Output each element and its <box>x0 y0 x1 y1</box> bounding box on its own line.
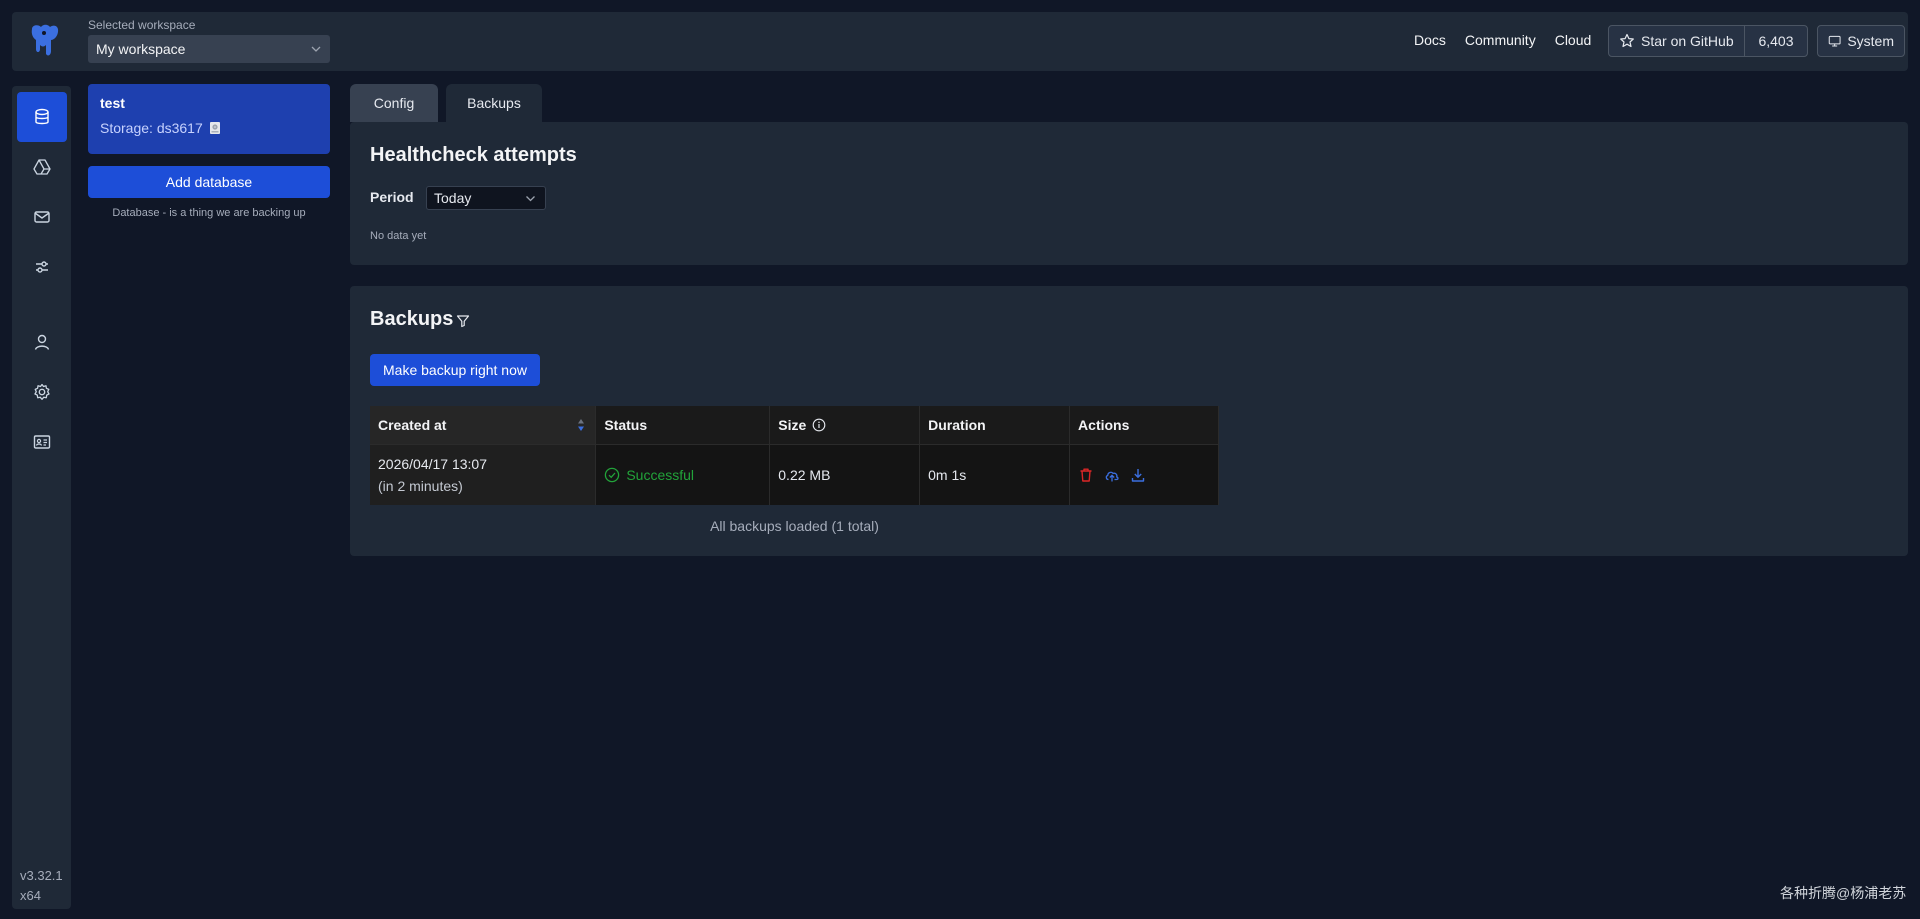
user-icon <box>34 334 50 350</box>
period-value: Today <box>434 190 472 206</box>
download-icon[interactable] <box>1130 467 1146 483</box>
chevron-down-icon <box>526 196 535 202</box>
column-created-at-label: Created at <box>378 416 447 433</box>
nav-profile[interactable] <box>17 417 67 467</box>
docs-link[interactable]: Docs <box>1414 32 1446 48</box>
sliders-icon <box>36 261 48 273</box>
github-star-button[interactable]: Star on GitHub 6,403 <box>1608 25 1808 57</box>
column-actions: Actions <box>1069 406 1219 445</box>
add-database-button[interactable]: Add database <box>88 166 330 198</box>
github-star-label: Star on GitHub <box>1641 33 1734 49</box>
nav-databases[interactable] <box>17 92 67 142</box>
backups-title: Backups <box>370 308 454 330</box>
info-icon[interactable] <box>812 418 826 432</box>
theme-system-button[interactable]: System <box>1817 25 1905 57</box>
delete-icon[interactable] <box>1078 467 1094 483</box>
nav-settings-sliders[interactable] <box>17 242 67 292</box>
column-size: Size <box>769 406 921 445</box>
database-name: test <box>100 95 125 111</box>
healthcheck-empty: No data yet <box>370 230 427 242</box>
community-link[interactable]: Community <box>1465 32 1536 48</box>
theme-label: System <box>1847 33 1894 49</box>
hard-drive-icon <box>209 122 220 134</box>
table-header-row: Created at Status Size Duration Actions <box>370 406 1219 445</box>
status-text: Successful <box>626 466 695 483</box>
tab-backups[interactable]: Backups <box>446 84 542 122</box>
version-info: v3.32.1 x64 <box>20 866 63 906</box>
nav-settings[interactable] <box>17 367 67 417</box>
left-nav-rail: v3.32.1 x64 <box>12 86 71 909</box>
workspace-select[interactable]: My workspace <box>88 35 330 63</box>
column-duration: Duration <box>919 406 1071 445</box>
filter-icon[interactable] <box>456 314 470 328</box>
elephant-logo-icon[interactable] <box>26 23 62 59</box>
database-list-panel: test Storage: ds3617 Add database Databa… <box>80 80 338 911</box>
nav-notifiers[interactable] <box>17 192 67 242</box>
mail-icon <box>34 211 50 223</box>
cell-status: Successful <box>595 444 771 505</box>
sort-icon[interactable] <box>577 418 585 432</box>
version-number: v3.32.1 <box>20 868 63 883</box>
column-size-label: Size <box>778 416 807 433</box>
star-icon <box>1620 33 1634 48</box>
period-label: Period <box>370 189 414 205</box>
workspace-value: My workspace <box>96 41 186 57</box>
row-actions <box>1078 467 1210 483</box>
column-status: Status <box>595 406 771 445</box>
database-hint: Database - is a thing we are backing up <box>112 207 306 219</box>
watermark-text: 各种折腾@杨浦老苏 <box>1780 885 1907 901</box>
created-at-value: 2026/04/17 13:07 <box>378 455 487 472</box>
cell-actions <box>1069 444 1219 505</box>
tab-config[interactable]: Config <box>350 84 438 122</box>
backups-card: Backups Make backup right now Created at… <box>350 286 1908 556</box>
gear-icon <box>34 383 50 400</box>
cloud-link[interactable]: Cloud <box>1555 32 1592 48</box>
cell-duration: 0m 1s <box>919 444 1071 505</box>
backups-table: Created at Status Size Duration Actions … <box>370 406 1219 505</box>
cell-created-at: 2026/04/17 13:07 (in 2 minutes) <box>370 444 597 505</box>
chevron-down-icon <box>311 46 321 52</box>
table-row: 2026/04/17 13:07 (in 2 minutes) Successf… <box>370 444 1219 505</box>
make-backup-button[interactable]: Make backup right now <box>370 354 540 386</box>
database-card[interactable]: test Storage: ds3617 <box>88 84 330 154</box>
nav-users[interactable] <box>17 317 67 367</box>
status-badge: Successful <box>604 467 761 483</box>
column-created-at[interactable]: Created at <box>370 406 597 445</box>
period-select[interactable]: Today <box>426 186 546 210</box>
monitor-icon <box>1828 35 1841 47</box>
check-circle-icon <box>605 467 620 482</box>
cloud-drive-icon <box>33 159 51 175</box>
top-links: Docs Community Cloud <box>1414 32 1591 48</box>
backups-footer: All backups loaded (1 total) <box>710 518 879 534</box>
cell-size: 0.22 MB <box>769 444 921 505</box>
created-at-relative: (in 2 minutes) <box>378 477 463 494</box>
top-bar: Selected workspace My workspace Docs Com… <box>12 12 1908 71</box>
database-storage: Storage: ds3617 <box>100 120 318 136</box>
cloud-upload-icon[interactable] <box>1104 467 1120 483</box>
database-icon <box>35 108 49 125</box>
github-star-count: 6,403 <box>1758 33 1794 49</box>
healthcheck-title: Healthcheck attempts <box>370 144 577 166</box>
database-storage-label: Storage: ds3617 <box>100 120 203 136</box>
github-star[interactable]: Star on GitHub <box>1609 26 1745 56</box>
id-card-icon <box>33 435 51 449</box>
nav-storages[interactable] <box>17 142 67 192</box>
arch-label: x64 <box>20 888 41 903</box>
healthcheck-card: Healthcheck attempts Period Today No dat… <box>350 122 1908 265</box>
workspace-label: Selected workspace <box>88 18 196 32</box>
